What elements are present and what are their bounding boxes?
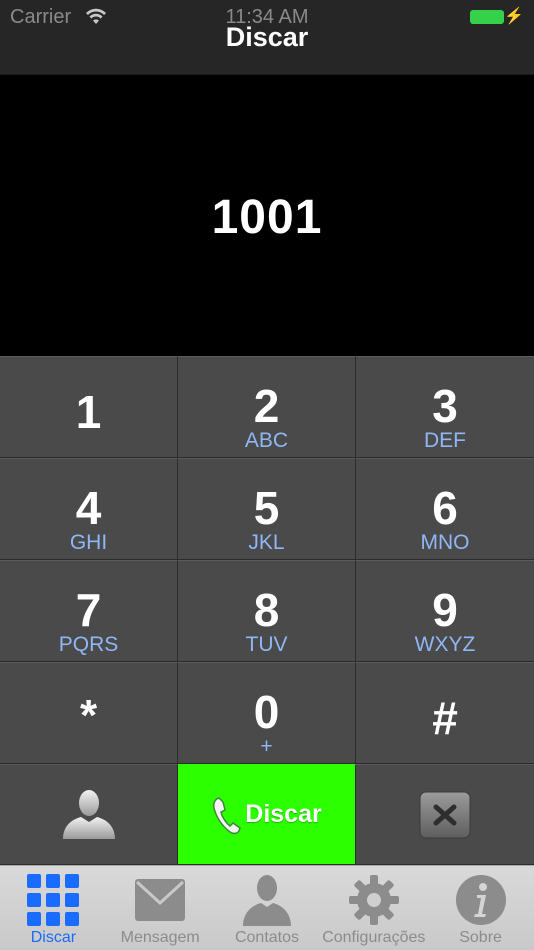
status-time: 11:34 AM: [225, 6, 309, 28]
key-8[interactable]: 8 TUV: [178, 560, 356, 662]
tab-configuracoes[interactable]: Configurações: [320, 866, 427, 950]
key-letters: TUV: [245, 633, 288, 656]
phone-icon: [213, 796, 242, 834]
key-3[interactable]: 3 DEF: [356, 356, 534, 458]
key-letters: ABC: [244, 429, 289, 452]
key-digit: 6: [432, 482, 458, 534]
info-icon: [455, 875, 506, 925]
key-9[interactable]: 9 WXYZ: [356, 560, 534, 662]
dialed-number: 1001: [211, 191, 323, 244]
key-1[interactable]: 1: [0, 356, 178, 458]
key-0[interactable]: 0 +: [178, 662, 356, 764]
backspace-button[interactable]: [356, 764, 534, 865]
keypad-grid-icon: [27, 874, 80, 926]
tab-mensagem[interactable]: Mensagem: [107, 866, 214, 950]
person-icon: [63, 790, 115, 839]
key-digit: *: [79, 691, 98, 740]
key-digit: #: [432, 692, 458, 744]
delete-icon: [419, 791, 471, 839]
key-6[interactable]: 6 MNO: [356, 458, 534, 560]
key-digit: 8: [253, 584, 280, 636]
gear-icon: [348, 875, 399, 925]
tab-label: Mensagem: [120, 929, 200, 946]
dial-keypad: 1 2 ABC 3 DEF 4 GHI 5 JKL 6 MNO 7 PQRS 8…: [0, 356, 534, 865]
tab-label: Contatos: [234, 929, 300, 946]
key-digit: 9: [432, 584, 458, 636]
tab-label: Configurações: [322, 929, 426, 946]
charging-bolt-icon: ⚡: [504, 8, 524, 25]
key-letters: GHI: [69, 531, 108, 554]
key-5[interactable]: 5 JKL: [178, 458, 356, 560]
key-7[interactable]: 7 PQRS: [0, 560, 178, 662]
key-digit: 0: [253, 686, 280, 738]
key-4[interactable]: 4 GHI: [0, 458, 178, 560]
key-2[interactable]: 2 ABC: [178, 356, 356, 458]
battery-icon: [470, 10, 504, 24]
key-letters: MNO: [420, 531, 470, 554]
call-button[interactable]: Discar: [178, 764, 356, 865]
key-star[interactable]: *: [0, 662, 178, 764]
tab-discar[interactable]: Discar: [0, 866, 107, 950]
person-icon: [242, 875, 291, 926]
tab-bar: Discar Mensagem Contatos Configurações S…: [0, 865, 534, 950]
key-hash[interactable]: #: [356, 662, 534, 764]
key-letters: JKL: [248, 531, 285, 554]
call-label: Discar: [245, 800, 322, 828]
tab-label: Discar: [30, 929, 77, 946]
tab-label: Sobre: [459, 929, 502, 946]
key-digit: 5: [253, 482, 280, 534]
key-digit: 7: [75, 584, 102, 636]
key-letters: WXYZ: [414, 633, 476, 656]
status-bar: Carrier 11:34 AM ⚡: [0, 0, 534, 32]
key-digit: 1: [75, 386, 102, 438]
contacts-button[interactable]: [0, 764, 178, 865]
key-letters: PQRS: [58, 633, 119, 656]
tab-sobre[interactable]: Sobre: [427, 866, 534, 950]
tab-contatos[interactable]: Contatos: [214, 866, 321, 950]
key-digit: 3: [432, 380, 458, 432]
key-digit: 2: [253, 380, 280, 432]
envelope-icon: [135, 879, 186, 921]
key-letters: DEF: [424, 429, 466, 452]
key-letters: +: [260, 735, 273, 758]
key-digit: 4: [75, 482, 102, 534]
number-display: 1001: [0, 75, 534, 356]
